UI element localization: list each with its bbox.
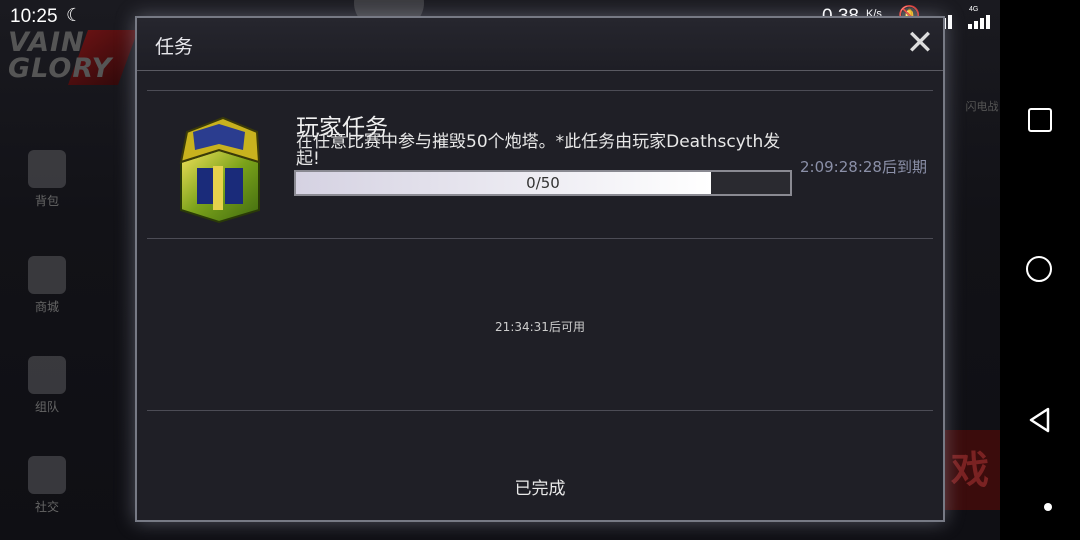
team-icon xyxy=(28,356,66,394)
quest-slot-countdown: 21:34:31后可用 xyxy=(495,320,585,334)
square-icon xyxy=(1028,108,1052,132)
divider xyxy=(147,410,933,411)
game-logo: VAIN GLORY xyxy=(8,29,139,88)
quest-slot-completed: 已完成 xyxy=(514,479,566,499)
quest-dialog: 任务 ✕ 玩家任务 在任意比赛中参与摧毁50个炮塔。*此任务由玩家Deathsc… xyxy=(135,16,945,522)
logo-line2: GLORY xyxy=(8,53,113,84)
sidebar-label: 商城 xyxy=(34,300,59,314)
sidebar-label: 社交 xyxy=(34,500,59,514)
sidebar-item-social[interactable]: 社交 xyxy=(22,456,72,515)
lightning-mode-badge[interactable]: 闪电战 xyxy=(962,80,1002,143)
back-button[interactable] xyxy=(1024,404,1056,436)
dialog-title: 任务 xyxy=(155,36,194,58)
moon-icon: ☾ xyxy=(66,5,83,25)
quest-description: 在任意比赛中参与摧毁50个炮塔。*此任务由玩家Deathscyth发起! xyxy=(296,132,781,169)
sidebar-item-team[interactable]: 组队 xyxy=(22,356,72,415)
treasure-chest-icon xyxy=(179,116,261,224)
circle-icon xyxy=(1026,256,1052,282)
cell-signal-icon xyxy=(968,8,992,29)
android-nav-bar xyxy=(1000,0,1080,540)
progress-label: 0/50 xyxy=(526,174,560,192)
assistant-dot[interactable] xyxy=(1044,503,1052,511)
divider xyxy=(147,90,933,91)
social-icon xyxy=(28,456,66,494)
sidebar-item-shop[interactable]: 商城 xyxy=(22,256,72,315)
dialog-titlebar: 任务 ✕ xyxy=(137,18,943,71)
sidebar-label: 背包 xyxy=(34,194,59,208)
triangle-back-icon xyxy=(1029,407,1050,433)
backpack-icon xyxy=(28,150,66,188)
close-icon[interactable]: ✕ xyxy=(905,26,935,60)
home-button[interactable] xyxy=(1024,254,1056,286)
divider xyxy=(147,238,933,239)
quest-progress-bar: 0/50 xyxy=(294,170,792,196)
cart-icon xyxy=(28,256,66,294)
sidebar-item-backpack[interactable]: 背包 xyxy=(22,150,72,209)
clock: 10:25 xyxy=(10,6,58,27)
sidebar-label: 组队 xyxy=(34,400,59,414)
quest-expiry: 2:09:28:28后到期 xyxy=(800,158,927,176)
recent-apps-button[interactable] xyxy=(1024,104,1056,136)
